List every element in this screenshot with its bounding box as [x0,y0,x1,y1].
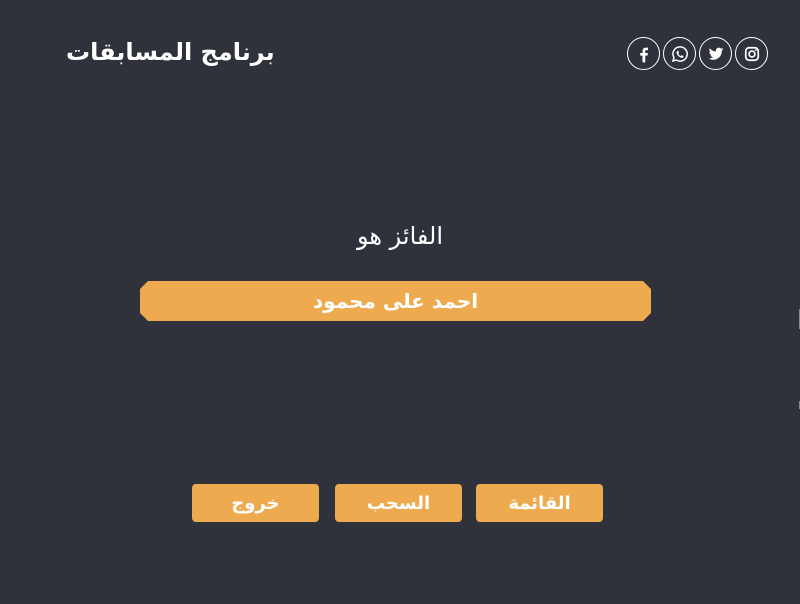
whatsapp-icon [671,45,688,62]
social-links [627,37,768,70]
winner-name: احمد على محمود [312,289,479,313]
list-button[interactable]: القائمة [476,484,603,522]
whatsapp-button[interactable] [663,37,696,70]
winner-label: الفائز هو [356,222,444,250]
app-title: برنامج المسابقات [66,38,275,66]
instagram-button[interactable] [735,37,768,70]
winner-name-box: احمد على محمود [140,281,651,321]
instagram-icon [744,46,759,61]
draw-button-label: السحب [366,492,431,514]
facebook-button[interactable] [627,37,660,70]
twitter-button[interactable] [699,37,732,70]
list-button-label: القائمة [508,492,571,514]
twitter-icon [708,47,723,60]
draw-button[interactable]: السحب [335,484,462,522]
exit-button[interactable]: خروج [192,484,319,522]
exit-button-label: خروج [231,492,280,514]
facebook-icon [639,47,648,62]
